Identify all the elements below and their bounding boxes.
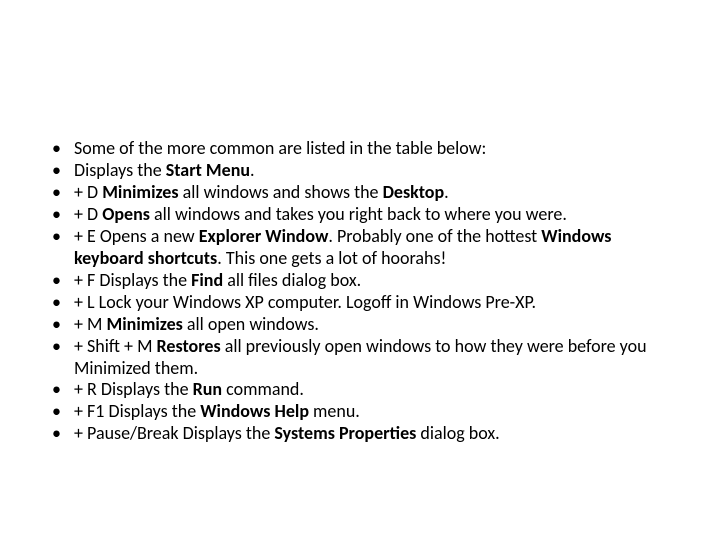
bullet-item: + L Lock your Windows XP computer. Logof… (48, 292, 676, 314)
bullet-item: Displays the Start Menu. (48, 160, 676, 182)
bullet-item: + D Minimizes all windows and shows the … (48, 182, 676, 204)
bullet-item: Some of the more common are listed in th… (48, 138, 676, 160)
bullet-item: + R Displays the Run command. (48, 379, 676, 401)
bullet-item: + F1 Displays the Windows Help menu. (48, 401, 676, 423)
bullet-item: + E Opens a new Explorer Window. Probabl… (48, 226, 676, 270)
bullet-list: Some of the more common are listed in th… (48, 138, 676, 445)
slide: Some of the more common are listed in th… (0, 0, 720, 540)
bullet-item: + D Opens all windows and takes you righ… (48, 204, 676, 226)
bullet-item: + F Displays the Find all files dialog b… (48, 270, 676, 292)
bullet-item: + Pause/Break Displays the Systems Prope… (48, 423, 676, 445)
bullet-item: + Shift + M Restores all previously open… (48, 336, 676, 380)
bullet-item: + M Minimizes all open windows. (48, 314, 676, 336)
